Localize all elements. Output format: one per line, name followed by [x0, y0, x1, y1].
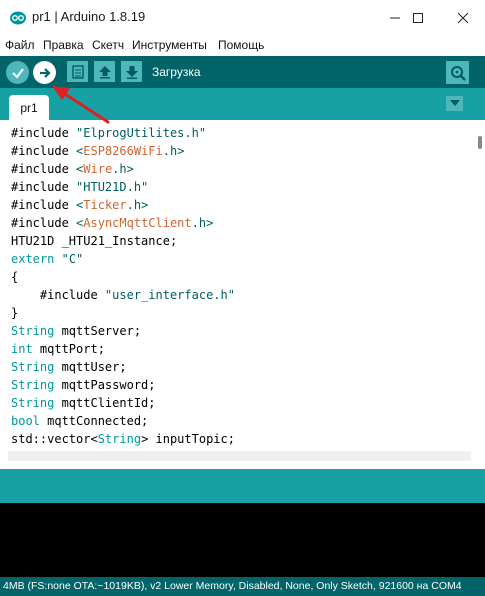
code-token: "user_interface.h" [104, 288, 235, 302]
board-info-bar: 4MB (FS:none OTA:~1019KB), v2 Lower Memo… [0, 577, 485, 596]
horizontal-scrollbar[interactable] [8, 451, 471, 461]
code-line[interactable]: #include "HTU21D.h" [11, 178, 235, 196]
code-token: "C" [61, 252, 84, 266]
code-line[interactable]: String mqttUser; [11, 358, 235, 376]
code-line[interactable]: { [11, 268, 235, 286]
toolbar: Загрузка [0, 56, 485, 88]
code-token: #include [11, 144, 77, 158]
open-button[interactable] [94, 61, 115, 82]
menu-tools[interactable]: Инструменты [132, 38, 207, 52]
tab-menu-triangle-icon [449, 100, 460, 106]
code-line[interactable]: #include <ESP8266WiFi.h> [11, 142, 235, 160]
code-token: #include [11, 198, 77, 212]
code-token: mqttConnected; [39, 414, 149, 428]
code-token: ESP8266WiFi [83, 144, 163, 158]
editor-divider [0, 461, 485, 469]
code-token: #include [11, 216, 77, 230]
code-token: "ElprogUtilites.h" [76, 126, 207, 140]
menu-edit[interactable]: Правка [43, 38, 84, 52]
code-text[interactable]: #include "ElprogUtilites.h" #include <ESP… [11, 124, 235, 448]
code-token: String [11, 396, 55, 410]
tab-menu-button[interactable] [446, 96, 463, 111]
code-token: .h> [162, 144, 185, 158]
status-bar [0, 469, 485, 503]
code-token: .h> [112, 162, 134, 176]
board-info-text: 4MB (FS:none OTA:~1019KB), v2 Lower Memo… [3, 580, 462, 592]
code-line[interactable]: bool mqttConnected; [11, 412, 235, 430]
code-token: #include [11, 162, 77, 176]
close-icon[interactable] [451, 8, 475, 28]
vertical-scrollbar[interactable] [478, 136, 482, 149]
toolbar-status: Загрузка [152, 65, 201, 79]
new-file-icon [71, 64, 84, 79]
code-token: { [11, 270, 19, 284]
code-token: std::vector< [11, 432, 98, 446]
code-token: #include [11, 180, 77, 194]
code-token: mqttPort; [32, 342, 105, 356]
code-token: HTU21D _HTU21_Instance; [11, 234, 178, 248]
code-line[interactable]: String mqttPassword; [11, 376, 235, 394]
serial-monitor-icon [451, 66, 466, 81]
menu-file[interactable]: Файл [5, 38, 35, 52]
code-editor[interactable]: #include "ElprogUtilites.h" #include <ESP… [0, 120, 485, 460]
code-line[interactable]: std::vector<String> inputTopic; [11, 430, 235, 448]
code-token: extern [11, 252, 55, 266]
code-token: mqttPassword; [54, 378, 156, 392]
code-token: bool [11, 414, 40, 428]
code-token: AsyncMqttClient [83, 216, 192, 230]
save-download-icon [125, 65, 138, 79]
code-token: mqttUser; [54, 360, 127, 374]
verify-check-icon [11, 67, 24, 79]
code-line[interactable]: #include "ElprogUtilites.h" [11, 124, 235, 142]
code-line[interactable]: String mqttServer; [11, 322, 235, 340]
code-token: String [11, 360, 55, 374]
code-token: #include [11, 288, 105, 302]
code-token: .h> [191, 216, 214, 230]
menu-bar: Файл Правка Скетч Инструменты Помощь [0, 36, 485, 56]
code-token: Wire [83, 162, 113, 176]
code-token: String [11, 324, 55, 338]
code-line[interactable]: String mqttClientId; [11, 394, 235, 412]
output-console [0, 503, 485, 577]
save-button[interactable] [121, 61, 142, 82]
upload-arrow-icon [39, 67, 51, 78]
minimize-icon[interactable] [383, 8, 407, 28]
arduino-logo-icon [10, 11, 26, 25]
code-token: .h> [126, 198, 149, 212]
open-upload-icon [98, 65, 111, 78]
code-line[interactable]: extern "C" [11, 250, 235, 268]
code-token: > inputTopic; [141, 432, 235, 446]
code-token: mqttServer; [54, 324, 142, 338]
code-line[interactable]: #include <AsyncMqttClient.h> [11, 214, 235, 232]
code-token: #include [11, 126, 77, 140]
upload-button[interactable] [33, 61, 56, 84]
tab-bar: pr1 [0, 88, 485, 120]
menu-sketch[interactable]: Скетч [92, 38, 124, 52]
code-line[interactable]: int mqttPort; [11, 340, 235, 358]
code-token: String [11, 378, 55, 392]
code-token: mqttClientId; [54, 396, 156, 410]
title-bar: pr1 | Arduino 1.8.19 [0, 0, 485, 36]
code-line[interactable]: #include <Wire.h> [11, 160, 235, 178]
code-line[interactable]: #include "user_interface.h" [11, 286, 235, 304]
maximize-icon[interactable] [406, 8, 430, 28]
tab-pr1[interactable]: pr1 [9, 95, 49, 120]
verify-button[interactable] [6, 61, 29, 84]
code-token: int [11, 342, 33, 356]
code-line[interactable]: HTU21D _HTU21_Instance; [11, 232, 235, 250]
code-line[interactable]: #include <Ticker.h> [11, 196, 235, 214]
code-token: "HTU21D.h" [76, 180, 149, 194]
serial-monitor-button[interactable] [446, 61, 469, 84]
code-line[interactable]: } [11, 304, 235, 322]
code-token: String [97, 432, 142, 446]
new-button[interactable] [67, 61, 88, 82]
code-token: Ticker [83, 198, 127, 212]
code-token: } [11, 306, 19, 320]
tab-label: pr1 [20, 100, 38, 115]
window-title: pr1 | Arduino 1.8.19 [32, 9, 146, 24]
menu-help[interactable]: Помощь [218, 38, 264, 52]
